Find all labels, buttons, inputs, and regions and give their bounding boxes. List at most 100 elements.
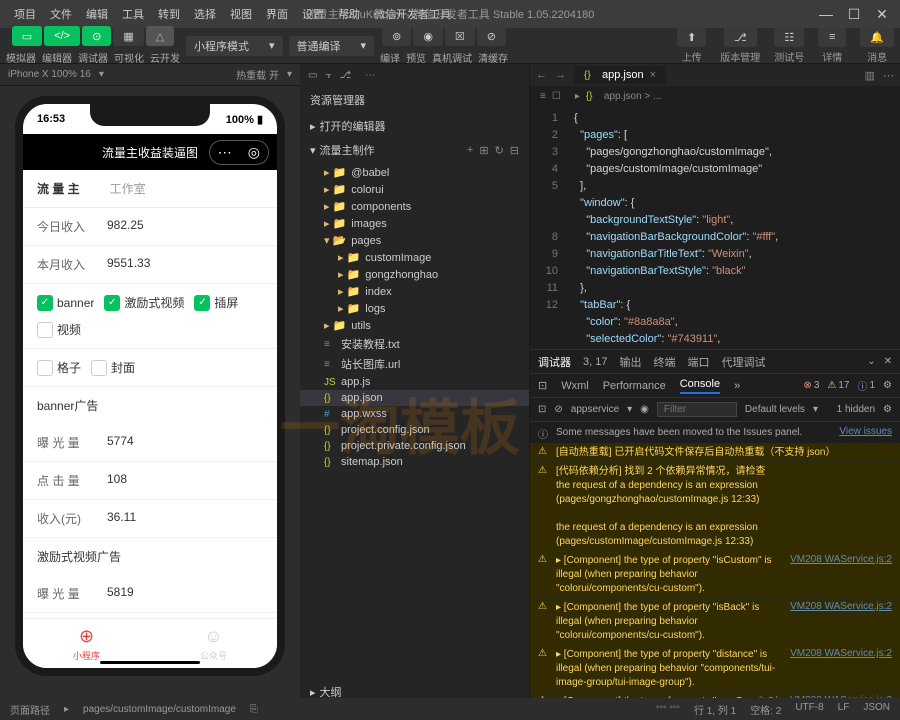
minimize-icon[interactable]: —: [816, 6, 836, 23]
mode-dropdown[interactable]: 小程序模式▾: [186, 36, 283, 56]
bookmark-icon[interactable]: ☐: [552, 91, 561, 102]
test-button[interactable]: ☷: [774, 27, 804, 47]
menu-项目[interactable]: 项目: [8, 3, 42, 25]
source-link[interactable]: VM208 WAService.js:2: [790, 554, 892, 565]
cursor-pos[interactable]: 行 1, 列 1: [694, 702, 736, 717]
tab-output[interactable]: 输出: [619, 354, 641, 370]
tab-wxml[interactable]: Wxml: [561, 380, 589, 392]
tree-站长图库.url[interactable]: ≡站长图库.url: [300, 354, 529, 374]
tree-logs[interactable]: ▸ 📁logs: [300, 300, 529, 317]
encoding[interactable]: UTF-8: [795, 702, 823, 717]
explorer-icon[interactable]: ▭: [308, 70, 317, 81]
tab-performance[interactable]: Performance: [603, 380, 666, 392]
tree-index[interactable]: ▸ 📁index: [300, 283, 529, 300]
more-tabs-icon[interactable]: »: [734, 380, 740, 392]
toggle-icon[interactable]: ≡: [540, 91, 546, 102]
detail-button[interactable]: ≡: [818, 27, 846, 47]
tree-project.config.json[interactable]: {}project.config.json: [300, 422, 529, 438]
tree-@babel[interactable]: ▸ 📁@babel: [300, 164, 529, 181]
context-icon[interactable]: ⊡: [538, 404, 546, 415]
back-icon[interactable]: ←: [536, 69, 547, 81]
eol[interactable]: LF: [838, 702, 850, 717]
git-icon[interactable]: ⎇: [340, 70, 352, 81]
close-icon[interactable]: ✕: [872, 6, 892, 23]
menu-文件[interactable]: 文件: [44, 3, 78, 25]
collapse-icon[interactable]: ⊟: [510, 144, 519, 157]
split-editor-icon[interactable]: ▥: [865, 69, 875, 82]
menu-界面[interactable]: 界面: [260, 3, 294, 25]
context-dropdown[interactable]: appservice: [571, 404, 619, 415]
hidden-count[interactable]: 1 hidden: [837, 404, 875, 415]
code-editor[interactable]: 12345 89101112 151617 { "pages": [ "page…: [530, 106, 900, 349]
checkbox-reward[interactable]: ✓: [104, 295, 120, 311]
version-button[interactable]: ⎇: [724, 27, 757, 47]
checkbox-cover[interactable]: [91, 360, 107, 376]
simulator-toggle[interactable]: ▭: [12, 26, 42, 46]
tree-sitemap.json[interactable]: {}sitemap.json: [300, 454, 529, 470]
minimize-panel-icon[interactable]: ⌄: [867, 356, 875, 367]
gear-icon[interactable]: ⚙: [883, 404, 892, 415]
tree-app.wxss[interactable]: #app.wxss: [300, 406, 529, 422]
checkbox-banner[interactable]: ✓: [37, 295, 53, 311]
tab-studio[interactable]: 工作室: [110, 180, 146, 197]
project-section[interactable]: ▾ 流量主制作 +⊞↻⊟: [300, 138, 529, 162]
fwd-icon[interactable]: →: [555, 69, 566, 81]
tree-utils[interactable]: ▸ 📁utils: [300, 317, 529, 334]
menu-工具[interactable]: 工具: [116, 3, 150, 25]
tab-terminal[interactable]: 终端: [653, 354, 675, 370]
page-path[interactable]: pages/customImage/customImage: [83, 704, 236, 715]
view-issues-link[interactable]: View issues: [839, 426, 892, 437]
more-icon[interactable]: ⋯: [210, 141, 240, 164]
clear-icon[interactable]: ⊘: [554, 404, 562, 415]
visualize-toggle[interactable]: ▦: [113, 26, 143, 46]
capsule[interactable]: ⋯◎: [209, 140, 269, 165]
source-link[interactable]: VM208 WAService.js:2: [790, 601, 892, 612]
preview-button[interactable]: ◉: [413, 26, 443, 46]
tree-安装教程.txt[interactable]: ≡安装教程.txt: [300, 334, 529, 354]
split-icon[interactable]: ⫟: [325, 70, 331, 81]
debugger-toggle[interactable]: ⊙: [82, 26, 111, 46]
tab-proxy[interactable]: 代理调试: [721, 354, 765, 370]
tree-images[interactable]: ▸ 📁images: [300, 215, 529, 232]
tab-traffic[interactable]: 流 量 主: [37, 180, 80, 197]
checkbox-inter[interactable]: ✓: [194, 295, 210, 311]
editor-toggle[interactable]: </>: [44, 26, 80, 46]
tab-port[interactable]: 端口: [687, 354, 709, 370]
source-link[interactable]: VM208 WAService.js:2: [790, 648, 892, 659]
filter-input[interactable]: [657, 402, 737, 417]
tree-colorui[interactable]: ▸ 📁colorui: [300, 181, 529, 198]
editor-tab[interactable]: {}app.json×: [574, 66, 666, 84]
compile-button[interactable]: ⊚: [382, 26, 411, 46]
new-file-icon[interactable]: +: [467, 144, 473, 157]
menu-选择[interactable]: 选择: [188, 3, 222, 25]
hot-reload-toggle[interactable]: 热重载 开: [236, 67, 279, 82]
breadcrumb[interactable]: app.json > ...: [604, 91, 662, 102]
refresh-icon[interactable]: ↻: [495, 144, 504, 157]
menu-视图[interactable]: 视图: [224, 3, 258, 25]
close-panel-icon[interactable]: ✕: [884, 356, 892, 367]
tree-pages[interactable]: ▾ 📂pages: [300, 232, 529, 249]
compile-dropdown[interactable]: 普通编译▾: [289, 36, 375, 56]
checkbox-grid[interactable]: [37, 360, 53, 376]
tree-app.json[interactable]: {}app.json: [300, 390, 529, 406]
open-editors-section[interactable]: ▸ 打开的编辑器: [300, 114, 529, 138]
tree-project.private.config.json[interactable]: {}project.private.config.json: [300, 438, 529, 454]
levels-dropdown[interactable]: Default levels: [745, 404, 805, 415]
target-icon[interactable]: ◎: [240, 141, 268, 164]
cloud-button[interactable]: △: [146, 26, 174, 46]
new-folder-icon[interactable]: ⊞: [479, 144, 488, 157]
tab-console[interactable]: Console: [680, 378, 720, 394]
info-badge[interactable]: 1: [857, 378, 875, 393]
tab-problems[interactable]: 3, 17: [583, 356, 607, 368]
checkbox-video[interactable]: [37, 322, 53, 338]
tree-customImage[interactable]: ▸ 📁customImage: [300, 249, 529, 266]
tree-components[interactable]: ▸ 📁components: [300, 198, 529, 215]
menu-编辑[interactable]: 编辑: [80, 3, 114, 25]
gear-icon[interactable]: ⚙: [883, 380, 892, 391]
maximize-icon[interactable]: ☐: [844, 6, 864, 23]
tree-gongzhonghao[interactable]: ▸ 📁gongzhonghao: [300, 266, 529, 283]
device-selector[interactable]: iPhone X 100% 16: [8, 69, 91, 80]
error-badge[interactable]: 3: [803, 380, 819, 391]
realdevice-button[interactable]: ☒: [445, 26, 475, 46]
copy-icon[interactable]: ⎘: [250, 704, 258, 715]
